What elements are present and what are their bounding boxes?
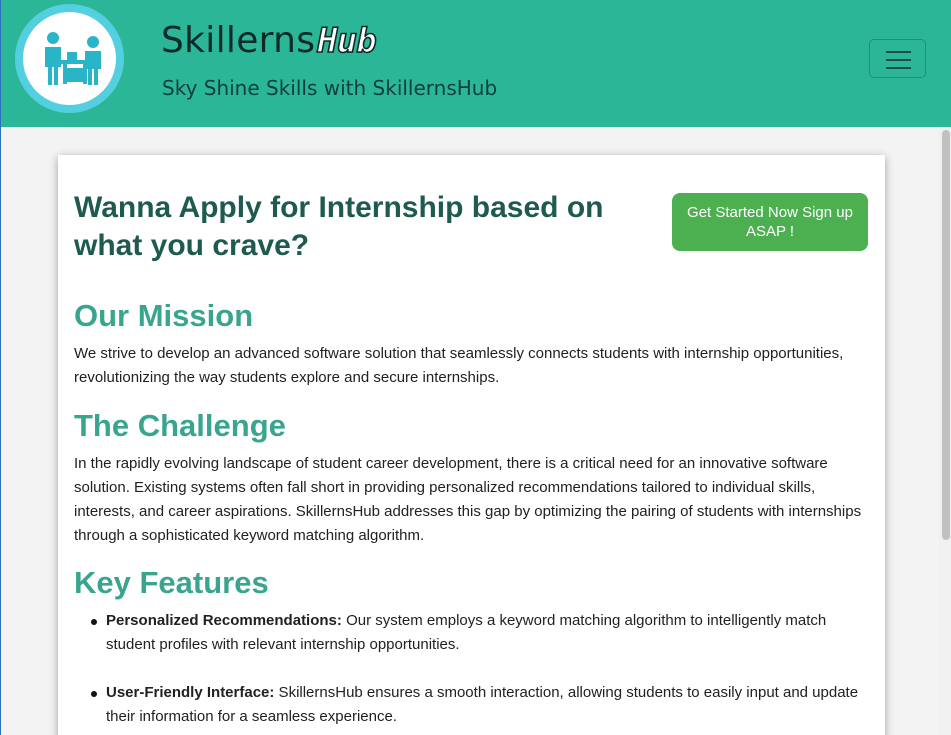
tagline: Sky Shine Skills with SkillernsHub (162, 76, 498, 100)
features-list: Personalized Recommendations: Our system… (91, 609, 876, 735)
brand-name: Skillerns (161, 20, 316, 61)
business-meeting-icon (45, 32, 101, 85)
features-heading: Key Features (74, 565, 269, 600)
challenge-text: In the rapidly evolving landscape of stu… (74, 455, 862, 544)
challenge-heading: The Challenge (74, 408, 286, 443)
mission-text: We strive to develop an advanced softwar… (74, 345, 844, 386)
list-item: Personalized Recommendations: Our system… (91, 609, 876, 657)
scrollbar-thumb[interactable] (942, 130, 950, 540)
list-item: User-Friendly Interface: SkillernsHub en… (91, 681, 876, 729)
menu-toggle-button[interactable] (869, 39, 926, 78)
site-header: Skillerns Hub Sky Shine Skills with Skil… (1, 0, 951, 127)
get-started-button[interactable]: Get Started Now Sign up ASAP ! (672, 193, 868, 251)
brand-hub-logotype: Hub (316, 20, 377, 62)
feature-name: User-Friendly Interface: (106, 684, 275, 701)
hamburger-menu-icon (886, 51, 911, 53)
hamburger-menu-icon-bar (886, 67, 911, 69)
feature-name: Personalized Recommendations: (106, 612, 342, 629)
logo[interactable] (15, 4, 124, 113)
hamburger-menu-icon-bar (886, 59, 911, 61)
logo-badge (23, 12, 116, 105)
brand-title[interactable]: Skillerns Hub (161, 20, 378, 68)
mission-heading: Our Mission (74, 298, 254, 333)
page-headline: Wanna Apply for Internship based on what… (74, 191, 604, 262)
content-card: Wanna Apply for Internship based on what… (58, 155, 885, 735)
